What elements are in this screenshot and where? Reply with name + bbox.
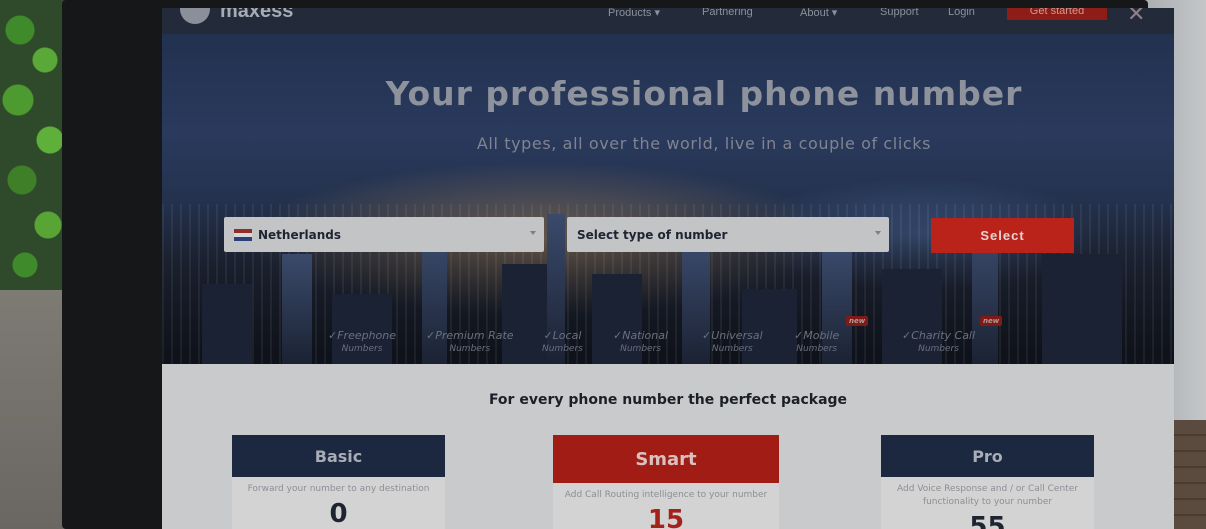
logo-text[interactable]: maxess [220, 8, 293, 23]
nav-about[interactable]: About ▾ [800, 8, 837, 19]
nav-products[interactable]: Products ▾ [608, 8, 660, 19]
country-select[interactable]: Netherlands [224, 217, 544, 252]
country-select-value: Netherlands [258, 227, 342, 242]
type-mobile[interactable]: ✓Mobile new Numbers [794, 316, 869, 354]
packages-heading: For every phone number the perfect packa… [488, 392, 848, 408]
website-screen: maxess Products ▾ Partnering About ▾ Sup… [162, 8, 1174, 529]
type-universal[interactable]: ✓Universal Numbers [702, 324, 763, 354]
nav-partnering[interactable]: Partnering [702, 8, 753, 18]
card-price: 0 [329, 499, 348, 529]
card-description: Forward your number to any destination [247, 484, 430, 494]
card-price: 15 [647, 505, 685, 529]
type-freephone[interactable]: ✓Freephone Numbers [328, 324, 396, 354]
chevron-down-icon [530, 231, 536, 235]
nav-login[interactable]: Login [948, 8, 975, 18]
packages-section: For every phone number the perfect packa… [162, 364, 1174, 529]
logo-icon[interactable] [180, 8, 210, 24]
close-icon[interactable]: ✕ [1127, 8, 1145, 27]
package-card-basic[interactable]: Basic Forward your number to any destina… [232, 435, 445, 529]
monitor-bezel: maxess Products ▾ Partnering About ▾ Sup… [62, 0, 1174, 529]
plant-photo [0, 0, 70, 300]
hero-subtitle: All types, all over the world, live in a… [476, 134, 932, 153]
type-charity-call[interactable]: ✓Charity Call new Numbers [902, 316, 1003, 354]
new-badge: new [980, 316, 1003, 326]
chevron-down-icon [875, 231, 881, 235]
package-card-smart[interactable]: Smart Add Call Routing intelligence to y… [553, 435, 779, 529]
card-description: Add Call Routing intelligence to your nu… [564, 490, 768, 500]
netherlands-flag-icon [234, 228, 252, 241]
type-local[interactable]: ✓Local Numbers [542, 324, 583, 354]
card-price: 55 [969, 512, 1006, 529]
type-national[interactable]: ✓National Numbers [613, 324, 668, 354]
get-started-button[interactable]: Get started [1007, 8, 1107, 20]
number-type-select[interactable]: Select type of number [567, 217, 889, 252]
new-badge: new [846, 316, 869, 326]
package-card-pro[interactable]: Pro Add Voice Response and / or Call Cen… [881, 435, 1094, 529]
concrete-surface [0, 290, 70, 529]
card-title: Smart [553, 435, 779, 483]
top-navigation: maxess Products ▾ Partnering About ▾ Sup… [162, 8, 1174, 34]
number-types-list: ✓Freephone Numbers ✓Premium Rate Numbers… [162, 316, 1174, 364]
hero-section: Your professional phone number All types… [162, 34, 1174, 364]
card-title: Basic [232, 435, 445, 477]
card-title: Pro [881, 435, 1094, 477]
number-type-select-value: Select type of number [577, 227, 728, 242]
select-button[interactable]: Select [931, 218, 1074, 253]
hero-title: Your professional phone number [385, 74, 1023, 113]
nav-support[interactable]: Support [880, 8, 919, 18]
type-premium-rate[interactable]: ✓Premium Rate Numbers [426, 324, 514, 354]
card-description: Add Voice Response and / or Call Center … [897, 484, 1078, 508]
